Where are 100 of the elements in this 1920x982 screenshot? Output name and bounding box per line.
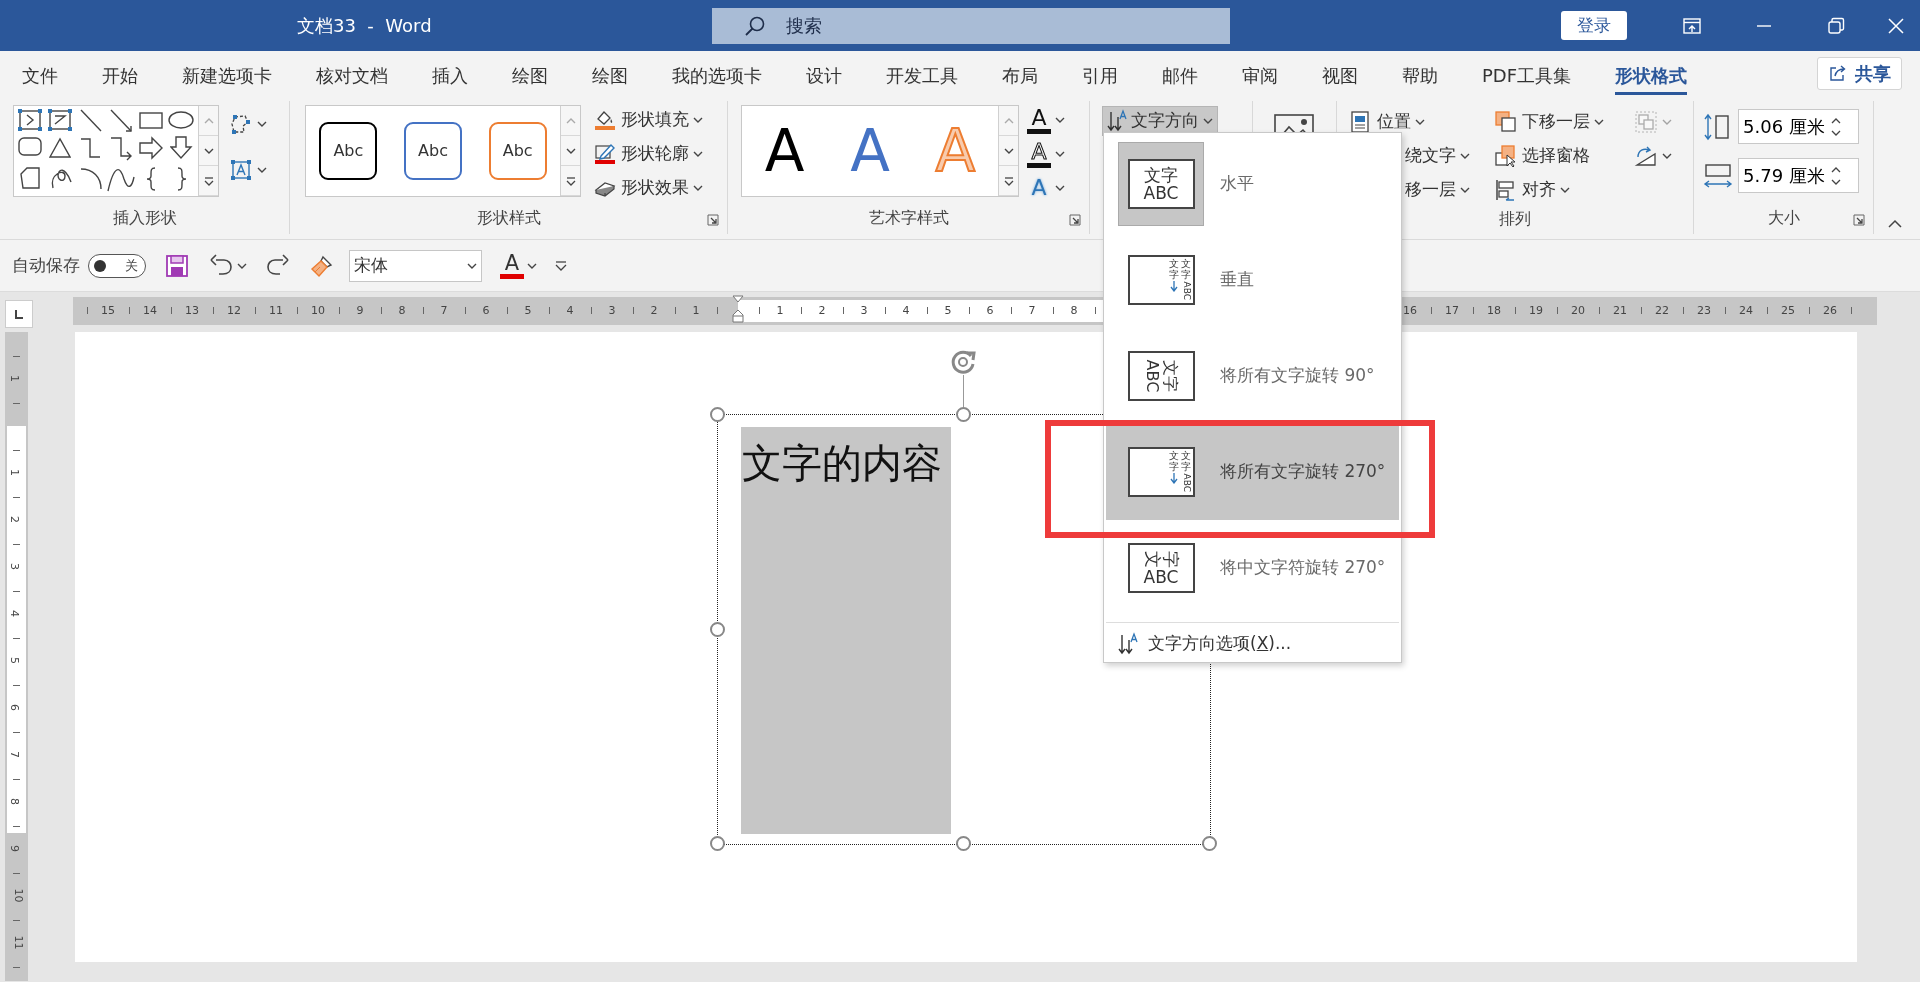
size-field[interactable]: 5.06 厘米: [1738, 109, 1859, 144]
right-arrow-icon[interactable]: [139, 135, 164, 161]
ribbon-tab[interactable]: PDF工具集: [1482, 56, 1572, 95]
ribbon-command[interactable]: 移一层: [1405, 173, 1494, 207]
more-icon: [1003, 175, 1014, 186]
font-dropdown[interactable]: 宋体: [349, 249, 482, 282]
ribbon-tab[interactable]: 设计: [806, 56, 842, 95]
group-label: 形状样式: [476, 208, 541, 227]
more-button[interactable]: [199, 166, 218, 196]
search-icon: [744, 14, 766, 37]
more-button[interactable]: [999, 166, 1018, 196]
menu-item[interactable]: 文字 文字 ABC 垂直: [1106, 232, 1399, 328]
shape-style-swatch[interactable]: Abc: [488, 122, 547, 180]
wordart-command-button[interactable]: A: [1027, 137, 1065, 171]
font-color-button[interactable]: A: [496, 252, 541, 279]
ribbon-tab[interactable]: 视图: [1322, 56, 1358, 95]
ruler-number: 13: [185, 305, 199, 316]
dialog-launcher-icon[interactable]: [707, 214, 719, 226]
caret-icon: [693, 150, 703, 158]
resize-handle[interactable]: [710, 836, 725, 851]
ribbon-tab[interactable]: 引用: [1082, 56, 1118, 95]
shape-style-swatch[interactable]: Abc: [404, 122, 462, 180]
ribbon-command[interactable]: 绕文字: [1405, 139, 1494, 173]
autosave-toggle[interactable]: 关: [88, 253, 146, 278]
ruler-number: 6: [9, 704, 20, 711]
search-field[interactable]: 搜索: [712, 7, 1230, 44]
down-arrow-icon[interactable]: [170, 135, 194, 161]
send-backward-icon: [1494, 110, 1518, 134]
arrow-icon[interactable]: [109, 107, 134, 133]
ribbon-display-icon[interactable]: [1682, 15, 1702, 36]
menu-item[interactable]: 文字 文字 ABC 将所有文字旋转 270°: [1106, 424, 1399, 520]
left-brace-icon[interactable]: [145, 165, 158, 192]
more-button[interactable]: [561, 166, 580, 196]
ribbon-tab[interactable]: 布局: [1002, 56, 1038, 95]
ribbon-command[interactable]: 选择窗格: [1494, 139, 1634, 173]
text-direction-preview: 文 字 ABC: [1127, 543, 1195, 593]
collapse-ribbon-icon[interactable]: [1888, 219, 1902, 229]
ruler-number: 3: [608, 305, 616, 316]
ruler-number: 15: [101, 305, 115, 316]
caret-icon: [1055, 150, 1065, 158]
ribbon-command[interactable]: 下移一层: [1494, 105, 1634, 139]
wordart-command-button[interactable]: A: [1027, 103, 1065, 137]
ribbon-tab[interactable]: 绘图: [512, 56, 548, 95]
text-box-icon: [229, 158, 253, 182]
text-box-icon[interactable]: [17, 108, 44, 133]
elbow-connector-icon[interactable]: [79, 135, 103, 161]
group-label: 插入形状: [112, 208, 177, 227]
freeform-icon[interactable]: [19, 166, 42, 192]
indent-marker-icon[interactable]: [732, 295, 744, 323]
vertical-text-box-icon[interactable]: [47, 108, 74, 133]
close-icon[interactable]: [1886, 15, 1906, 36]
ruler-number: 2: [9, 516, 20, 523]
ribbon-command[interactable]: 形状效果: [593, 171, 703, 205]
arc-icon[interactable]: [78, 166, 103, 192]
customize-icon: [555, 259, 567, 272]
resize-handle[interactable]: [1202, 836, 1217, 851]
caret-icon: [1055, 184, 1065, 192]
shape-style-swatch[interactable]: Abc: [319, 122, 378, 180]
restore-icon[interactable]: [1826, 15, 1846, 36]
ribbon-tab[interactable]: 邮件: [1162, 56, 1198, 95]
sign-in-button[interactable]: 登录: [1561, 11, 1627, 40]
share-button[interactable]: 共享: [1817, 56, 1902, 90]
dialog-launcher-icon[interactable]: [1069, 214, 1081, 226]
ribbon-tab[interactable]: 开发工具: [886, 56, 958, 95]
ruler-number: 23: [1697, 305, 1711, 316]
resize-handle[interactable]: [956, 407, 971, 422]
ribbon-tab[interactable]: 核对文档: [316, 56, 388, 95]
ribbon-tab[interactable]: 绘图: [592, 56, 628, 95]
wordart-style-swatch[interactable]: A: [745, 122, 824, 180]
size-field[interactable]: 5.79 厘米: [1738, 158, 1859, 193]
ribbon-tab[interactable]: 新建选项卡: [182, 56, 272, 95]
ribbon-tab[interactable]: 文件: [22, 56, 58, 95]
resize-handle[interactable]: [710, 407, 725, 422]
caret-icon: [257, 166, 267, 174]
right-brace-icon[interactable]: [175, 165, 188, 192]
group-label: 艺术字样式: [868, 208, 949, 227]
ribbon-tab[interactable]: 开始: [102, 56, 138, 95]
ribbon-tab[interactable]: 我的选项卡: [672, 56, 762, 95]
ruler-number: 7: [1028, 305, 1036, 316]
line-icon[interactable]: [78, 107, 103, 133]
ribbon-tab[interactable]: 审阅: [1242, 56, 1278, 95]
ribbon-command[interactable]: 形状填充: [593, 103, 703, 137]
elbow-arrow-icon[interactable]: [109, 134, 133, 162]
ruler-number: 4: [9, 610, 20, 617]
ribbon-tab[interactable]: 插入: [432, 56, 468, 95]
save-icon: [164, 252, 190, 279]
caret-icon: [527, 261, 537, 270]
ribbon-command[interactable]: 形状轮廓: [593, 137, 703, 171]
resize-handle[interactable]: [956, 836, 971, 851]
wordart-style-swatch[interactable]: A: [831, 122, 909, 180]
triangle-icon[interactable]: [49, 135, 72, 161]
menu-item[interactable]: 文字 ABC 水平: [1106, 136, 1399, 232]
window-title: 文档33 - Word: [297, 15, 432, 36]
wordart-command-button[interactable]: A: [1027, 171, 1065, 205]
tab-selector[interactable]: [5, 300, 33, 328]
ribbon-command[interactable]: 对齐: [1494, 173, 1634, 207]
ribbon-tab[interactable]: 帮助: [1402, 56, 1438, 95]
dialog-launcher-icon[interactable]: [1853, 214, 1865, 226]
group-label: 大小: [1767, 208, 1800, 227]
resize-handle[interactable]: [710, 621, 725, 637]
